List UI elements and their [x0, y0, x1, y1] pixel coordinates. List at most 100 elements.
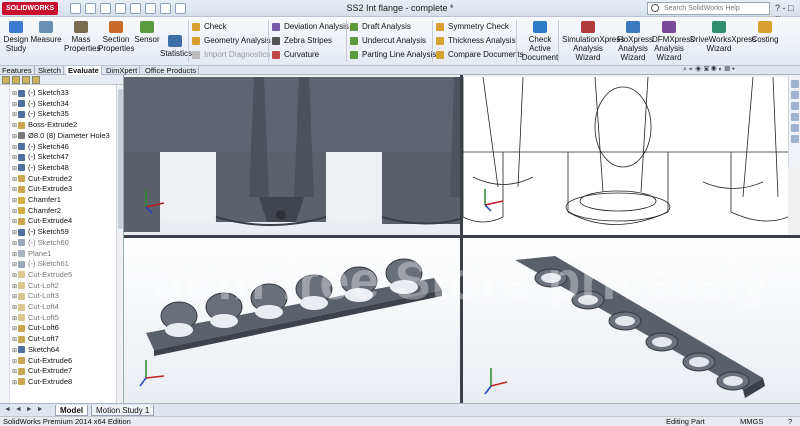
- thickness-analysis-button[interactable]: Thickness Analysis: [436, 35, 516, 46]
- custom-properties-icon[interactable]: [791, 135, 799, 143]
- simulationxpress-button[interactable]: SimulationXpress Analysis Wizard: [562, 21, 624, 62]
- config-manager-tab-icon[interactable]: [22, 76, 30, 84]
- tree-item-label: Plane1: [28, 248, 52, 258]
- tree-item[interactable]: ⊞ Cut-Extrude3: [12, 183, 72, 194]
- floxpress-label: FloXpress Analysis Wizard: [617, 35, 654, 62]
- viewport-bottom-right[interactable]: [463, 238, 800, 403]
- bottom-tab-motion-study-1[interactable]: Motion Study 1: [91, 405, 155, 416]
- floxpress-button[interactable]: FloXpress Analysis Wizard: [617, 21, 653, 62]
- resources-icon[interactable]: [791, 80, 799, 88]
- tree-item[interactable]: ⊞ Sketch64: [12, 344, 59, 355]
- tree-item[interactable]: ⊞ (-) Sketch60: [12, 237, 69, 248]
- import-diagnostics-button[interactable]: Import Diagnostics: [192, 49, 270, 60]
- tree-item[interactable]: ⊞ Chamfer2: [12, 205, 61, 216]
- heads-up-view-toolbar[interactable]: ⌕ ⌖ ◈ ▣ ◉ ◐ ▤ ▾: [683, 66, 735, 74]
- tree-item[interactable]: ⊞ Cut-Loft2: [12, 280, 59, 291]
- scroll-thumb[interactable]: [118, 89, 123, 229]
- tree-item[interactable]: ⊞ Ø8.0 (8) Diameter Hole3: [12, 130, 110, 141]
- curvature-button[interactable]: Curvature: [272, 49, 319, 60]
- sketch-icon: [18, 228, 25, 236]
- viewport-top-left[interactable]: [124, 77, 460, 235]
- design-study-button[interactable]: Design Study: [2, 21, 30, 53]
- sketch-icon: [18, 346, 25, 354]
- check-label: Check: [204, 22, 227, 31]
- viewport-top-right[interactable]: [463, 77, 788, 235]
- design-library-icon[interactable]: [791, 91, 799, 99]
- tree-item[interactable]: ⊞ Cut-Extrude8: [12, 376, 72, 387]
- zebra-stripes-button[interactable]: Zebra Stripes: [272, 35, 332, 46]
- tree-item[interactable]: ⊞ Cut-Extrude6: [12, 355, 72, 366]
- viewport-splitter-vertical[interactable]: [460, 75, 463, 403]
- file-explorer-icon[interactable]: [791, 102, 799, 110]
- viewport-bottom-left[interactable]: [124, 238, 460, 403]
- compare-documents-button[interactable]: Compare Documents: [436, 49, 524, 60]
- appearances-icon[interactable]: [791, 124, 799, 132]
- check-button[interactable]: Check: [192, 21, 227, 32]
- tree-item[interactable]: ⊞ Cut-Extrude4: [12, 215, 72, 226]
- feature-tree-tab-icon[interactable]: [2, 76, 10, 84]
- tree-item[interactable]: ⊞ (-) Sketch35: [12, 108, 69, 119]
- tree-item[interactable]: ⊞ (-) Sketch59: [12, 226, 69, 237]
- property-manager-tab-icon[interactable]: [12, 76, 20, 84]
- tree-item[interactable]: ⊞ Chamfer1: [12, 194, 61, 205]
- deviation-analysis-label: Deviation Analysis: [284, 22, 349, 31]
- tree-item[interactable]: ⊞ Cut-Extrude7: [12, 365, 72, 376]
- tree-item-label: (-) Sketch48: [28, 162, 69, 172]
- statistics-button[interactable]: Statistics: [160, 35, 192, 58]
- tree-item[interactable]: ⊞ (-) Sketch33: [12, 87, 69, 98]
- tree-item[interactable]: ⊞ Cut-Loft5: [12, 312, 59, 323]
- tab-scroll-arrows[interactable]: ◄ ◄ ► ►: [4, 406, 45, 413]
- tree-item[interactable]: ⊞ Cut-Loft6: [12, 322, 59, 333]
- mass-properties-button[interactable]: Mass Properties: [64, 21, 100, 53]
- tree-item[interactable]: ⊞ Cut-Loft4: [12, 301, 59, 312]
- tree-item[interactable]: ⊞ Cut-Loft7: [12, 333, 59, 344]
- tree-item-label: (-) Sketch59: [28, 227, 69, 237]
- measure-button[interactable]: Measure: [30, 21, 62, 44]
- draft-analysis-button[interactable]: Draft Analysis: [350, 21, 411, 32]
- sketch-icon: [18, 164, 25, 172]
- tab-office-products[interactable]: Office Products: [143, 66, 200, 75]
- section-properties-button[interactable]: Section Properties: [98, 21, 134, 53]
- status-units[interactable]: MMGS: [740, 417, 763, 426]
- tree-item[interactable]: ⊞ Cut-Extrude2: [12, 173, 72, 184]
- deviation-analysis-button[interactable]: Deviation Analysis: [272, 21, 349, 32]
- tree-item[interactable]: ⊞ Cut-Loft3: [12, 290, 59, 301]
- cut-icon: [18, 378, 25, 386]
- tree-item-label: Cut-Extrude6: [28, 355, 73, 365]
- simulationxpress-label: SimulationXpress Analysis Wizard: [562, 35, 625, 62]
- tree-item[interactable]: ⊞ (-) Sketch46: [12, 141, 69, 152]
- costing-button[interactable]: Costing: [750, 21, 780, 44]
- viewport-splitter-horizontal[interactable]: [124, 235, 800, 238]
- help-search-input[interactable]: Search SolidWorks Help: [647, 2, 770, 15]
- sketch-icon: [18, 110, 25, 118]
- tree-item[interactable]: ⊞ (-) Sketch48: [12, 162, 69, 173]
- status-help-icon[interactable]: ?: [788, 417, 792, 426]
- bottom-tab-model[interactable]: Model: [55, 405, 89, 416]
- dfmxpress-button[interactable]: DFMXpress Analysis Wizard: [652, 21, 694, 62]
- sensor-button[interactable]: Sensor: [134, 21, 160, 44]
- tree-item[interactable]: ⊞ Boss-Extrude2: [12, 119, 77, 130]
- geometry-analysis-button[interactable]: Geometry Analysis: [192, 35, 271, 46]
- view-palette-icon[interactable]: [791, 113, 799, 121]
- ribbon-separator: [432, 20, 433, 62]
- undercut-analysis-button[interactable]: Undercut Analysis: [350, 35, 426, 46]
- tab-features[interactable]: Features: [0, 66, 35, 75]
- driveworksxpress-button[interactable]: DriveWorksXpress Wizard: [690, 21, 756, 53]
- rotated-flange-model: [484, 256, 765, 398]
- tree-item[interactable]: ⊞ (-) Sketch47: [12, 151, 69, 162]
- stats-icon: [168, 35, 182, 47]
- check-active-document-button[interactable]: Check Active Document: [519, 21, 561, 62]
- tree-item[interactable]: ⊞ Cut-Extrude5: [12, 269, 72, 280]
- feature-tree-scrollbar[interactable]: [116, 85, 123, 403]
- driveworksxpress-label: DriveWorksXpress Wizard: [690, 35, 757, 53]
- tab-evaluate[interactable]: Evaluate: [66, 66, 102, 75]
- symmetry-check-button[interactable]: Symmetry Check: [436, 21, 509, 32]
- tab-dimxpert[interactable]: DimXpert: [104, 66, 141, 75]
- tab-sketch[interactable]: Sketch: [36, 66, 64, 75]
- parting-line-analysis-button[interactable]: Parting Line Analysis: [350, 49, 436, 60]
- dimxpert-tab-icon[interactable]: [32, 76, 40, 84]
- tree-item[interactable]: ⊞ (-) Sketch34: [12, 98, 69, 109]
- search-placeholder: Search SolidWorks Help: [664, 5, 740, 12]
- tree-item[interactable]: ⊞ Plane1: [12, 248, 51, 259]
- tree-item[interactable]: ⊞ (-) Sketch61: [12, 258, 69, 269]
